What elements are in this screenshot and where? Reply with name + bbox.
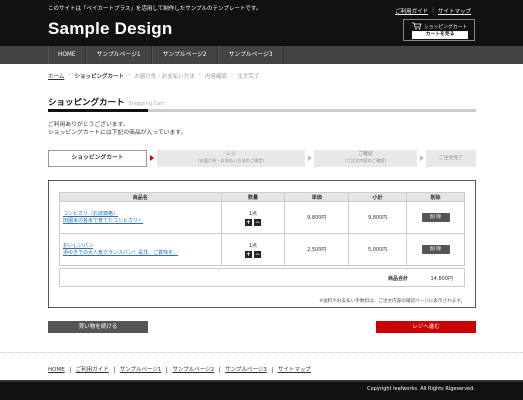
view-cart-button[interactable]: カートを見る	[412, 31, 468, 39]
nav-item-sample1[interactable]: サンプルページ1	[85, 46, 152, 64]
step-label: ご確認	[358, 152, 373, 157]
footer-link-guide[interactable]: ご利用ガイド	[71, 367, 115, 373]
page-title-text: ショッピングカート	[48, 98, 125, 108]
table-row: おいしいパン 添ゆきでの大人気クランスパン！是非、ご賞味を。 1点 + − 2,5…	[59, 233, 465, 266]
total-value: 14,800円	[430, 276, 454, 282]
sitemap-link[interactable]: サイトマップ	[434, 7, 475, 15]
header-cart-box: ショッピングカート カートを見る	[403, 19, 475, 41]
col-header-price: 単価	[284, 192, 350, 202]
copyright: Copyright leafworks. All Rights Rigeserv…	[367, 386, 475, 392]
step-sublabel: (お届け先・お支払い方法のご指定)	[197, 158, 265, 163]
plus-icon[interactable]: +	[244, 250, 252, 258]
product-desc[interactable]: 添ゆきでの大人気クランスパン！是非、ご賞味を。	[63, 250, 221, 257]
nav-item-sample2[interactable]: サンプルページ2	[151, 46, 218, 64]
nav-item-sample3[interactable]: サンプルページ3	[217, 46, 284, 64]
breadcrumb-separator: ›	[198, 72, 201, 78]
col-header-subtotal: 小計	[348, 192, 408, 202]
global-nav: HOME サンプルページ1 サンプルページ2 サンプルページ3	[0, 46, 523, 64]
table-row: コシヒカリ（お試価格） 田園米の各米で育てたコシヒカリ！ 1点 + − 9,800…	[59, 201, 465, 234]
step-complete: ご注文完了	[426, 150, 476, 167]
breadcrumb-step: 内容確認	[204, 74, 227, 80]
line-subtotal: 5,000円	[348, 233, 408, 266]
qty-value: 1点	[248, 242, 258, 249]
page-title: ショッピングカート Shopping Cart	[48, 96, 164, 108]
step-cart: ショッピングカート	[48, 150, 147, 167]
footer-link-sample1[interactable]: サンプルページ1	[115, 367, 168, 373]
step-arrow-icon	[420, 155, 424, 161]
footer-link-sample3[interactable]: サンプルページ3	[220, 367, 273, 373]
footer-divider	[0, 352, 523, 353]
col-header-delete: 削除	[406, 192, 465, 202]
unit-price: 9,800円	[284, 201, 350, 234]
footer-links: HOME ご利用ガイド サンプルページ1 サンプルページ2 サンプルページ3 サ…	[48, 367, 316, 373]
cart-table: 商品名 数量 単価 小計 削除 コシヒカリ（お試価格） 田園米の各米で育てたコシ…	[59, 192, 465, 266]
product-name[interactable]: コシヒカリ（お試価格） 田園米の各米で育てたコシヒカリ！	[59, 201, 222, 234]
product-title[interactable]: コシヒカリ（お試価格）	[63, 211, 221, 218]
product-desc[interactable]: 田園米の各米で育てたコシヒカリ！	[63, 218, 221, 225]
site-footer: Copyright leafworks. All Rights Rigeserv…	[0, 380, 523, 400]
product-name[interactable]: おいしいパン 添ゆきでの大人気クランスパン！是非、ご賞味を。	[59, 233, 222, 266]
title-underline	[48, 109, 476, 112]
footer-link-sitemap[interactable]: サイトマップ	[273, 367, 316, 373]
cart-label: ショッピングカート	[424, 25, 468, 30]
breadcrumb-separator: ›	[231, 72, 234, 78]
step-register: レジ (お届け先・お支払い方法のご指定)	[157, 150, 305, 167]
qty-value: 1点	[248, 210, 258, 217]
footer-topbar	[0, 380, 523, 382]
shipping-note: ※送料やお支払い手数料は、ご注文内容の確認ページに表示されます。	[319, 299, 465, 304]
unit-price: 2,500円	[284, 233, 350, 266]
product-title[interactable]: おいしいパン	[63, 243, 221, 250]
guide-link[interactable]: ご利用ガイド	[391, 7, 432, 15]
footer-link-home[interactable]: HOME	[48, 367, 71, 373]
checkout-steps: ショッピングカート レジ (お届け先・お支払い方法のご指定) ご確認 (ご注文内…	[48, 150, 476, 167]
continue-shopping-button[interactable]: 買い物を続ける	[48, 321, 148, 333]
site-tagline: このサイトは「ペイカートプラス」を活用して制作したサンプルのテンプレートです。	[48, 6, 262, 12]
breadcrumb-current: ショッピングカート	[74, 74, 125, 80]
site-logo[interactable]: Sample Design	[48, 19, 172, 39]
breadcrumb: ホーム › ショッピングカート › お届け先・お支払い方法 › 内容確認 › 注…	[48, 72, 259, 80]
step-arrow-icon	[308, 155, 312, 161]
step-confirm: ご確認 (ご注文内容のご確認)	[314, 150, 417, 167]
intro-line: ショッピングカートには下記の商品が入っています。	[48, 130, 187, 136]
step-label: レジ	[226, 152, 236, 157]
site-header: このサイトは「ペイカートプラス」を活用して制作したサンプルのテンプレートです。 …	[0, 0, 523, 46]
cart-panel: 商品名 数量 単価 小計 削除 コシヒカリ（お試価格） 田園米の各米で育てたコシ…	[48, 180, 476, 308]
step-label: ご注文完了	[439, 156, 463, 161]
page-subtitle: Shopping Cart	[128, 101, 165, 107]
breadcrumb-home[interactable]: ホーム	[48, 72, 64, 80]
qty-cell: 1点 + −	[220, 233, 286, 266]
line-subtotal: 9,800円	[348, 201, 408, 234]
breadcrumb-step: 注文完了	[237, 74, 260, 80]
nav-item-home[interactable]: HOME	[48, 46, 86, 64]
step-arrow-icon	[150, 155, 154, 161]
minus-icon[interactable]: −	[253, 218, 261, 226]
delete-button[interactable]: 削 除	[421, 245, 450, 254]
minus-icon[interactable]: −	[253, 250, 261, 258]
cart-total-row: 商品合計 14,800円	[59, 268, 465, 287]
qty-cell: 1点 + −	[220, 201, 286, 234]
header-top-links: ご利用ガイド | サイトマップ	[391, 7, 475, 15]
col-header-name: 商品名	[59, 192, 222, 202]
total-label: 商品合計	[388, 276, 409, 282]
breadcrumb-separator: ›	[68, 72, 71, 78]
plus-icon[interactable]: +	[244, 218, 252, 226]
breadcrumb-step: お届け先・お支払い方法	[134, 74, 195, 80]
delete-cell: 削 除	[406, 201, 465, 234]
footer-link-sample2[interactable]: サンプルページ2	[167, 367, 221, 373]
breadcrumb-separator: ›	[128, 72, 131, 78]
step-sublabel: (ご注文内容のご確認)	[345, 158, 386, 163]
cart-table-header: 商品名 数量 単価 小計 削除	[59, 192, 465, 202]
cart-icon	[412, 22, 422, 30]
title-underline-accent	[48, 109, 148, 112]
intro-text: ご利用ありがとうございます。 ショッピングカートには下記の商品が入っています。	[48, 121, 186, 137]
delete-button[interactable]: 削 除	[421, 213, 450, 222]
step-label: ショッピングカート	[71, 155, 124, 161]
delete-cell: 削 除	[406, 233, 465, 266]
checkout-button[interactable]: レジへ進む	[376, 321, 476, 333]
intro-line: ご利用ありがとうございます。	[48, 122, 129, 128]
col-header-qty: 数量	[220, 192, 286, 202]
